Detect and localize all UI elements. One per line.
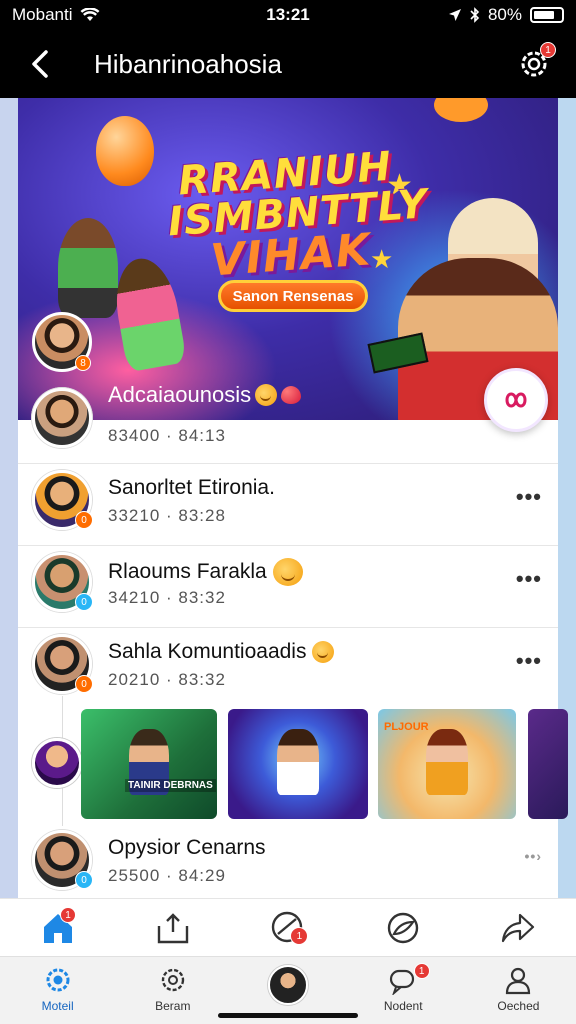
row-meta: 33210 · 83:28 [108,506,226,525]
more-options-button[interactable]: ••› [525,848,542,864]
avatar: 0 [32,552,93,612]
share-arrow-icon [502,913,535,942]
forward-button[interactable] [461,899,576,956]
featured-row-bg [18,420,558,464]
balloon-illustration [96,116,154,186]
media-thumbnail[interactable] [528,709,568,819]
hero-banner[interactable]: ★ ★ RRANIUH ISMBNTTLY VIHAK Sanon Rensen… [18,98,558,420]
notification-badge: 1 [413,963,430,979]
more-options-button[interactable]: ••• [516,484,542,510]
tab-moteil[interactable]: Moteil [0,957,115,1024]
status-badge: 0 [75,675,93,693]
featured-meta: 83400 · 84:13 [108,426,226,445]
smile-emoji-icon [255,384,278,406]
settings-gear-icon [46,968,70,992]
share-box-button[interactable] [115,899,230,956]
tab-oeched[interactable]: Oeched [461,957,576,1024]
tab-label: Nodent [383,999,423,1013]
list-item[interactable]: 0 Sahla Komuntioaadis 20210 · 83:32 ••• [18,628,558,710]
tab-nodent[interactable]: 1 Nodent [346,957,461,1024]
carrier-area: Mobanti [12,5,448,25]
banner-title: RRANIUH ISMBNTTLY VIHAK [166,143,430,287]
balloon-illustration [434,98,488,122]
gear-icon [161,968,184,992]
home-button[interactable]: 1 [0,899,115,956]
wifi-icon [80,8,100,21]
status-badge: 0 [75,871,93,889]
tab-beram[interactable]: Beram [115,957,230,1024]
back-button[interactable] [20,44,60,84]
row-title: Sahla Komuntioaadis [108,640,335,664]
media-thumbnail[interactable] [228,709,368,819]
list-item[interactable]: 0 Sanorltet Etironia. 33210 · 83:28 ••• [18,464,558,546]
status-right: 80% [448,5,564,25]
location-icon [448,9,461,21]
user-icon [506,967,531,995]
status-badge: 0 [75,593,93,611]
status-badge: 0 [75,511,93,529]
tab-label: Moteil [41,999,74,1013]
page-title: Hibanrinoahosia [94,48,282,79]
tab-label: Beram [155,999,191,1013]
avatar: 0 [32,830,93,890]
tab-bar: Moteil Beram 1 Nodent Oeched [0,956,576,1024]
battery-icon [530,7,564,23]
row-meta: 25500 · 84:29 [108,866,226,885]
bluetooth-icon [470,7,480,23]
row-title: Sanorltet Etironia. [108,476,275,499]
avatar: 0 [32,470,93,530]
compass-icon [388,912,419,943]
row-title: Rlaoums Farakla [108,558,303,586]
avatar-badge: 8 [75,355,91,371]
chat-button[interactable]: 1 [230,899,345,956]
heart-icon [281,386,302,404]
avatar: 0 [32,634,93,694]
home-badge: 1 [60,907,76,923]
child-illustration [58,218,118,318]
chevron-left-icon [32,50,48,78]
settings-button[interactable]: 1 [512,42,556,86]
featured-avatar[interactable] [32,388,92,448]
floating-action-button[interactable] [484,368,548,432]
row-title: Opysior Cenarns [108,836,266,859]
avatar[interactable] [32,738,82,788]
status-bar: Mobanti 13:21 80% [0,0,576,30]
settings-badge: 1 [540,42,556,58]
home-indicator [218,1013,358,1018]
banner-cta-button[interactable]: Sanon Rensenas [218,280,368,312]
row-meta: 34210 · 83:32 [108,588,226,607]
list-item[interactable]: 0 Opysior Cenarns 25500 · 84:29 ••› [18,828,558,898]
upload-icon [157,912,188,943]
media-strip: TAINIR DEBRNAS PLJOUR [18,696,568,826]
explore-button[interactable] [346,899,461,956]
smile-emoji-icon [272,558,303,586]
smile-emoji-icon [312,641,335,663]
battery-percent: 80% [487,5,522,24]
list-item[interactable]: 0 Rlaoums Farakla 34210 · 83:32 ••• [18,546,558,628]
row-meta: 20210 · 83:32 [108,670,226,689]
featured-title: Adcaiaounosis [108,382,302,408]
more-options-button[interactable]: ••• [516,566,542,592]
more-options-button[interactable]: ••• [516,648,542,674]
media-thumbnail[interactable]: PLJOUR [378,709,516,819]
carrier-label: Mobanti [12,5,73,24]
avatar [268,965,308,1005]
media-thumbnail[interactable]: TAINIR DEBRNAS [81,709,217,819]
banner-avatar[interactable]: 8 [32,312,92,372]
tab-label: Oeched [497,999,540,1013]
infinity-icon [505,392,527,408]
action-bar: 1 1 [0,898,576,956]
app-header: Hibanrinoahosia 1 [0,30,576,98]
